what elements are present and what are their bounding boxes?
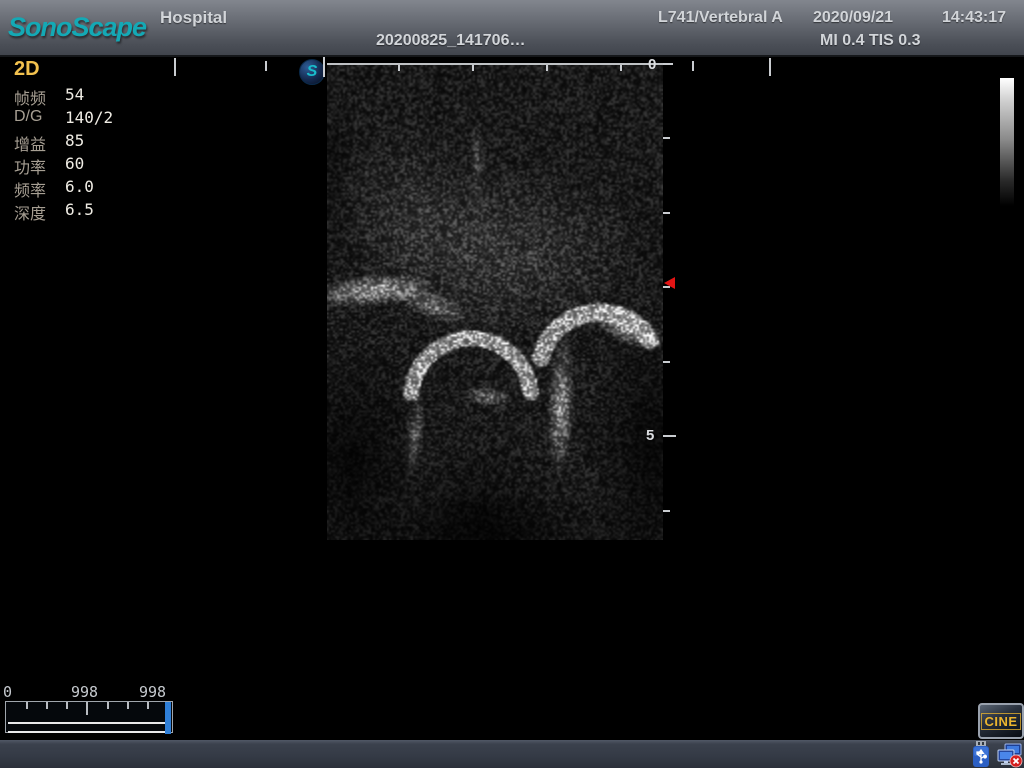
cine-count-label: 998 xyxy=(71,683,98,701)
ruler-tick xyxy=(769,58,771,76)
ruler-tick xyxy=(398,65,400,71)
ruler-tick xyxy=(265,61,267,71)
cine-position-handle[interactable] xyxy=(165,702,171,734)
ultrasound-image xyxy=(327,63,663,540)
param-value: 60 xyxy=(65,154,84,173)
hospital-name: Hospital xyxy=(160,8,227,28)
depth-tick xyxy=(663,435,676,437)
ruler-tick xyxy=(472,65,474,71)
ruler-tick xyxy=(692,61,694,71)
cine-total-label: 998 xyxy=(139,683,166,701)
width-ruler-line xyxy=(327,63,664,65)
cine-track xyxy=(8,722,166,733)
cine-button-label: CINE xyxy=(981,713,1020,730)
brand-logo: SonoScape xyxy=(8,12,146,43)
param-row-dg: D/G 140/2 xyxy=(14,108,184,131)
cine-tick xyxy=(107,702,109,709)
exam-date: 2020/09/21 xyxy=(813,9,893,27)
s-badge-icon: S xyxy=(299,59,325,85)
param-label: 频率 xyxy=(14,177,46,201)
param-label: D/G xyxy=(14,108,42,126)
grayscale-bar xyxy=(1000,78,1014,206)
param-label: 深度 xyxy=(14,200,46,224)
cine-tick xyxy=(86,702,88,715)
cine-start-label: 0 xyxy=(3,683,12,701)
focus-marker-icon xyxy=(664,277,675,289)
network-disconnected-icon[interactable] xyxy=(995,743,1023,768)
cine-tick xyxy=(147,702,149,709)
usb-icon[interactable] xyxy=(971,741,991,767)
ruler-tick xyxy=(620,65,622,71)
param-row-depth: 深度 6.5 xyxy=(14,200,184,223)
probe-preset: L741/Vertebral A xyxy=(658,9,783,27)
param-value: 140/2 xyxy=(65,108,113,127)
depth-tick xyxy=(663,63,673,65)
cine-tick xyxy=(127,702,129,709)
cine-tick xyxy=(66,702,68,709)
mode-label: 2D xyxy=(14,58,40,81)
param-row-frequency: 频率 6.0 xyxy=(14,177,184,200)
depth-tick xyxy=(663,137,670,139)
clock-time: 14:43:17 xyxy=(942,9,1006,27)
header-bar: SonoScape Hospital L741/Vertebral A 2020… xyxy=(0,0,1024,57)
param-value: 6.5 xyxy=(65,200,94,219)
exam-id: 20200825_141706… xyxy=(376,32,525,50)
cine-tick xyxy=(46,702,48,709)
mi-tis-readout: MI 0.4 TIS 0.3 xyxy=(820,32,920,50)
cine-scrubber[interactable] xyxy=(5,701,173,733)
ultrasound-app: SonoScape Hospital L741/Vertebral A 2020… xyxy=(0,0,1024,768)
param-label: 帧频 xyxy=(14,85,46,109)
param-value: 54 xyxy=(65,85,84,104)
param-label: 增益 xyxy=(14,131,46,155)
cine-button[interactable]: CINE xyxy=(978,703,1024,739)
depth-tick xyxy=(663,212,670,214)
status-bar xyxy=(0,740,1024,768)
ruler-tick xyxy=(546,65,548,71)
param-row-framerate: 帧频 54 xyxy=(14,85,184,108)
param-row-gain: 增益 85 xyxy=(14,131,184,154)
depth-tick xyxy=(663,510,670,512)
param-label: 功率 xyxy=(14,154,46,178)
ruler-tick xyxy=(174,58,176,76)
ruler-tick xyxy=(323,57,325,77)
param-value: 85 xyxy=(65,131,84,150)
param-value: 6.0 xyxy=(65,177,94,196)
param-row-power: 功率 60 xyxy=(14,154,184,177)
cine-tick xyxy=(26,702,28,709)
depth-label-5: 5 xyxy=(646,427,654,444)
depth-tick xyxy=(663,361,670,363)
depth-label-0: 0 xyxy=(648,56,656,73)
